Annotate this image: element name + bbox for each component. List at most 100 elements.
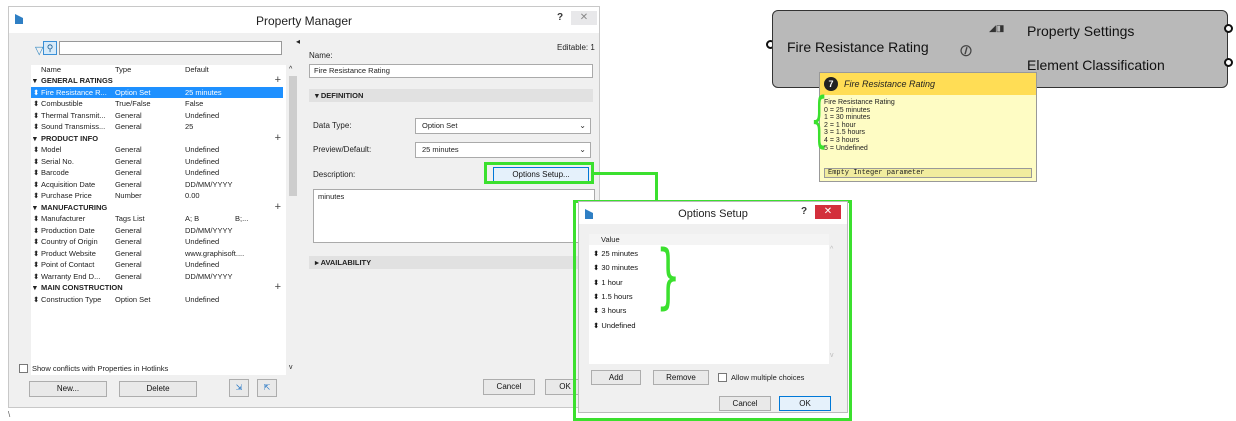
- table-row[interactable]: ⬍ Country of Origin General Undefined: [31, 236, 283, 248]
- drag-handle-icon[interactable]: ⬍: [33, 259, 39, 271]
- cancel-button[interactable]: Cancel: [483, 379, 535, 395]
- option-value-item[interactable]: ⬍ 30 minutes: [593, 263, 638, 272]
- group-name: PRODUCT INFO: [41, 133, 99, 143]
- drag-handle-icon[interactable]: ⬍: [33, 156, 39, 168]
- drag-handle-icon[interactable]: ⬍: [33, 271, 39, 283]
- availability-section[interactable]: ▸ AVAILABILITY: [309, 256, 593, 269]
- scroll-thumb[interactable]: [289, 76, 297, 196]
- plus-icon[interactable]: +: [275, 133, 281, 145]
- close-icon[interactable]: ✕: [571, 11, 597, 25]
- preview-default-value: 25 minutes: [422, 145, 459, 154]
- drag-handle-icon[interactable]: ⬍: [33, 225, 39, 237]
- drag-handle-icon[interactable]: ⬍: [33, 98, 39, 110]
- row-type: General: [115, 168, 142, 177]
- option-value-item[interactable]: ⬍ 3 hours: [593, 306, 626, 315]
- scroll-up-icon[interactable]: ^: [830, 246, 833, 253]
- allow-multiple-checkbox[interactable]: [718, 373, 727, 382]
- scroll-down-icon[interactable]: v: [289, 364, 293, 371]
- row-name: Model: [41, 145, 62, 154]
- new-button[interactable]: New...: [29, 381, 107, 397]
- plus-icon[interactable]: +: [275, 75, 281, 87]
- table-row[interactable]: ⬍ Manufacturer Tags List A; B B;...: [31, 213, 283, 225]
- import-icon[interactable]: ⇲: [229, 379, 249, 397]
- row-default: Undefined: [185, 168, 220, 177]
- options-column-header: Value: [601, 235, 620, 244]
- row-default-extra: B;...: [235, 214, 249, 223]
- row-name: Thermal Transmit...: [41, 110, 106, 120]
- drag-handle-icon[interactable]: ⬍: [33, 294, 39, 306]
- delete-button[interactable]: Delete: [119, 381, 197, 397]
- plus-icon[interactable]: +: [275, 282, 281, 294]
- collapse-pane-icon[interactable]: ◂: [296, 37, 300, 46]
- group-chevron-icon[interactable]: ▾: [33, 282, 37, 294]
- group-header[interactable]: ▾ MAIN CONSTRUCTION +: [31, 282, 283, 294]
- drag-handle-icon[interactable]: ⬍: [33, 190, 39, 202]
- table-row[interactable]: ⬍ Construction Type Option Set Undefined: [31, 294, 283, 306]
- table-row[interactable]: ⬍ Serial No. General Undefined: [31, 156, 283, 168]
- option-value-item[interactable]: ⬍ 1 hour: [593, 278, 623, 287]
- table-row[interactable]: ⬍ Point of Contact General Undefined: [31, 259, 283, 271]
- table-row[interactable]: ⬍ Barcode General Undefined: [31, 167, 283, 179]
- option-value-item[interactable]: ⬍ Undefined: [593, 321, 636, 330]
- column-header-type[interactable]: Type: [115, 65, 131, 74]
- option-value-item[interactable]: ⬍ 1.5 hours: [593, 292, 633, 301]
- row-type: General: [115, 156, 142, 166]
- dialog-cancel-button[interactable]: Cancel: [719, 396, 771, 411]
- table-row[interactable]: ⬍ Combustible True/False False: [31, 98, 283, 110]
- row-default: DD/MM/YYYY: [185, 179, 233, 189]
- drag-handle-icon[interactable]: ⬍: [33, 167, 39, 179]
- drag-handle-icon[interactable]: ⬍: [33, 236, 39, 248]
- definition-section[interactable]: ▾ DEFINITION: [309, 89, 593, 102]
- option-value-item[interactable]: ⬍ 25 minutes: [593, 249, 638, 258]
- table-row[interactable]: ⬍ Product Website General www.graphisoft...…: [31, 248, 283, 260]
- table-row[interactable]: ⬍ Production Date General DD/MM/YYYY: [31, 225, 283, 237]
- column-header-name[interactable]: Name: [41, 65, 61, 74]
- scroll-down-icon[interactable]: v: [830, 352, 834, 359]
- description-field[interactable]: minutes: [313, 189, 595, 243]
- output-port[interactable]: [1224, 58, 1233, 67]
- drag-handle-icon[interactable]: ⬍: [33, 110, 39, 122]
- group-header[interactable]: ▾ PRODUCT INFO +: [31, 133, 283, 145]
- group-header[interactable]: ▾ GENERAL RATINGS +: [31, 75, 283, 87]
- name-field[interactable]: Fire Resistance Rating: [309, 64, 593, 78]
- preview-default-select[interactable]: 25 minutes ⌄: [415, 142, 591, 158]
- show-conflicts-checkbox[interactable]: [19, 364, 28, 373]
- group-header[interactable]: ▾ MANUFACTURING +: [31, 202, 283, 214]
- drag-handle-icon[interactable]: ⬍: [33, 87, 39, 99]
- close-icon[interactable]: ✕: [815, 205, 841, 219]
- tooltip-header: 7 Fire Resistance Rating: [820, 73, 1036, 95]
- search-input[interactable]: [59, 41, 282, 55]
- availability-label: AVAILABILITY: [320, 258, 372, 267]
- drag-handle-icon[interactable]: ⬍: [33, 144, 39, 156]
- drag-handle-icon[interactable]: ⬍: [33, 179, 39, 191]
- table-row[interactable]: ⬍ Acquisition Date General DD/MM/YYYY: [31, 179, 283, 191]
- group-chevron-icon[interactable]: ▾: [33, 75, 37, 87]
- table-row[interactable]: ⬍ Sound Transmiss... General 25: [31, 121, 283, 133]
- table-row[interactable]: ⬍ Purchase Price Number 0.00: [31, 190, 283, 202]
- dialog-ok-button[interactable]: OK: [779, 396, 831, 411]
- table-row[interactable]: ⬍ Warranty End D... General DD/MM/YYYY: [31, 271, 283, 283]
- add-button[interactable]: Add: [591, 370, 641, 385]
- drag-handle-icon[interactable]: ⬍: [33, 248, 39, 260]
- drag-handle-icon[interactable]: ⬍: [33, 213, 39, 225]
- group-chevron-icon[interactable]: ▾: [33, 133, 37, 145]
- show-conflicts-row[interactable]: Show conflicts with Properties in Hotlin…: [19, 363, 279, 375]
- data-type-select[interactable]: Option Set ⌄: [415, 118, 591, 134]
- plus-icon[interactable]: +: [275, 202, 281, 214]
- table-row[interactable]: ⬍ Model General Undefined: [31, 144, 283, 156]
- table-row[interactable]: ⬍ Thermal Transmit... General Undefined: [31, 110, 283, 122]
- help-icon[interactable]: ?: [801, 206, 807, 217]
- table-scrollbar[interactable]: ^ v: [288, 66, 298, 374]
- output-param-property-settings: Property Settings: [1027, 23, 1135, 39]
- export-icon[interactable]: ⇱: [257, 379, 277, 397]
- definition-label: DEFINITION: [320, 91, 364, 100]
- column-header-default[interactable]: Default: [185, 65, 209, 74]
- help-icon[interactable]: ?: [557, 12, 563, 23]
- drag-handle-icon[interactable]: ⬍: [33, 121, 39, 133]
- table-row[interactable]: ⬍ Fire Resistance R... Option Set 25 minute…: [31, 86, 283, 99]
- search-icon[interactable]: ⚲: [43, 41, 57, 55]
- remove-button[interactable]: Remove: [653, 370, 709, 385]
- output-port[interactable]: [1224, 24, 1233, 33]
- scroll-up-icon[interactable]: ^: [289, 66, 292, 73]
- group-chevron-icon[interactable]: ▾: [33, 202, 37, 214]
